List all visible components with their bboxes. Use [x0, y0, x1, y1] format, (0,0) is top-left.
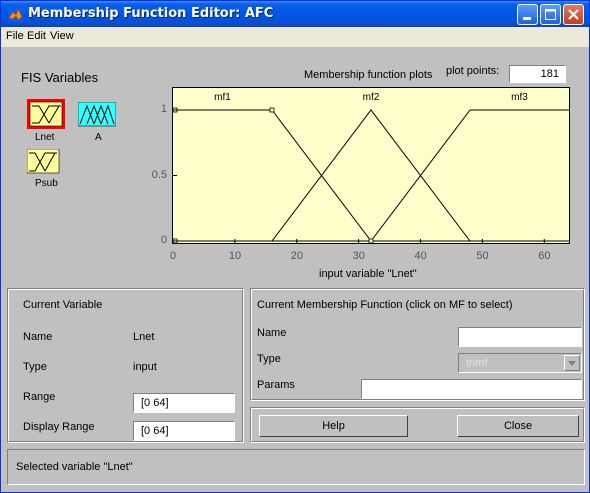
mf-type-value: trimf: [466, 357, 488, 369]
title-bar[interactable]: Membership Function Editor: AFC: [1, 1, 589, 27]
mf-params-label: Params: [257, 379, 295, 391]
menu-view[interactable]: View: [50, 30, 74, 42]
minimize-button[interactable]: [517, 4, 538, 25]
variable-lnet-box[interactable]: [27, 99, 65, 129]
status-text: Selected variable "Lnet": [16, 461, 133, 473]
current-mf-heading: Current Membership Function (click on MF…: [257, 299, 513, 311]
close-icon: [568, 9, 579, 20]
x-tick-label: 10: [228, 250, 242, 262]
variable-lnet-label: Lnet: [35, 132, 55, 143]
variable-psub-label: Psub: [35, 178, 58, 189]
type-label: Type: [23, 361, 47, 373]
window-title: Membership Function Editor: AFC: [28, 6, 274, 21]
figure-area: FIS Variables Lnet A Psub Membership fun: [1, 47, 589, 492]
y-tick-label: 1: [160, 103, 167, 115]
mf-label-mf2: mf2: [363, 92, 380, 103]
variable-a-box[interactable]: [78, 102, 116, 132]
mf-label-mf3: mf3: [511, 92, 528, 103]
x-axis-label: input variable "Lnet": [319, 268, 417, 280]
name-label: Name: [23, 331, 53, 343]
plot-points-label: plot points:: [446, 65, 500, 77]
mf-plot-area[interactable]: mf1 mf2 mf3: [172, 87, 570, 244]
current-variable-heading: Current Variable: [23, 299, 103, 311]
maximize-icon: [545, 9, 556, 20]
output-variable-icon: [78, 102, 116, 127]
variable-name-value: Lnet: [133, 331, 155, 343]
x-tick-label: 0: [169, 250, 177, 262]
mf-type-label: Type: [257, 353, 281, 365]
variable-a-label: A: [95, 132, 102, 143]
mf-params-input[interactable]: [361, 379, 582, 399]
maximize-button[interactable]: [540, 4, 561, 25]
display-range-label: Display Range: [23, 421, 95, 433]
matlab-logo-icon: [8, 7, 23, 22]
plot-points-input[interactable]: 181: [509, 65, 566, 83]
current-mf-panel: Current Membership Function (click on MF…: [250, 288, 585, 401]
close-button[interactable]: Close: [457, 415, 579, 437]
variable-type-value: input: [133, 361, 157, 373]
mf-plots-header: Membership function plots: [304, 69, 433, 81]
range-input[interactable]: [0 64]: [133, 393, 235, 413]
x-tick-label: 50: [476, 250, 489, 262]
input-variable-icon: [27, 99, 65, 129]
x-tick-label: 30: [352, 250, 365, 262]
mf-vertex-marker[interactable]: [269, 107, 275, 113]
fis-variables-title: FIS Variables: [21, 70, 99, 85]
menu-bar: File Edit View: [1, 27, 589, 47]
status-bar: Selected variable "Lnet": [7, 449, 585, 485]
mf-plot-svg: mf1 mf2 mf3: [172, 92, 569, 244]
y-tick-label: 0: [160, 234, 167, 246]
variable-psub-box[interactable]: [27, 149, 65, 179]
mf-label-mf1: mf1: [214, 92, 231, 103]
help-button[interactable]: Help: [259, 415, 408, 437]
membership-function-editor-window: Membership Function Editor: AFC File Edi…: [0, 0, 590, 493]
current-variable-panel: Current Variable Name Lnet Type input Ra…: [7, 288, 244, 443]
x-tick-label: 20: [290, 250, 303, 262]
close-window-button[interactable]: [563, 4, 584, 25]
mf-line-mf3[interactable]: [173, 109, 569, 242]
mf-type-select[interactable]: trimf: [458, 353, 582, 373]
menu-file[interactable]: File: [6, 30, 24, 42]
range-label: Range: [23, 391, 56, 403]
mf-name-input[interactable]: [458, 327, 582, 347]
mf-line-mf2[interactable]: [173, 109, 569, 242]
x-tick-label: 60: [538, 250, 551, 262]
mf-name-label: Name: [257, 327, 287, 339]
x-tick-label: 40: [414, 250, 427, 262]
chevron-down-icon: [564, 355, 580, 371]
mf-vertex-marker[interactable]: [368, 238, 374, 244]
menu-edit[interactable]: Edit: [27, 30, 46, 42]
buttons-panel: Help Close: [250, 407, 585, 443]
display-range-input[interactable]: [0 64]: [133, 421, 235, 441]
mf-line-mf1[interactable]: [173, 109, 569, 242]
minimize-icon: [523, 17, 531, 20]
input-variable-icon: [27, 149, 60, 174]
y-tick-label: 0.5: [151, 168, 167, 181]
